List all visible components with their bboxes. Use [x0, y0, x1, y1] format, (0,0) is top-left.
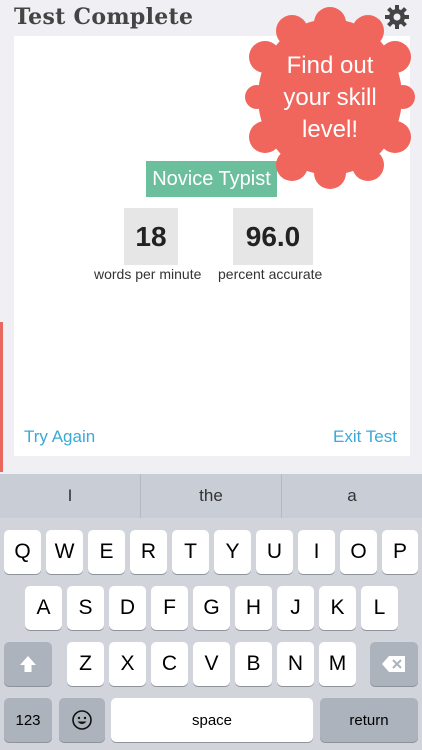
key-l[interactable]: L [361, 586, 398, 630]
try-again-button[interactable]: Try Again [24, 427, 95, 447]
skill-level-callout[interactable]: Find out your skill level! [245, 5, 415, 190]
key-b[interactable]: B [235, 642, 272, 686]
key-u[interactable]: U [256, 530, 293, 574]
suggestion-2[interactable]: the [140, 474, 281, 518]
backspace-icon [382, 656, 405, 672]
key-x[interactable]: X [109, 642, 146, 686]
key-g[interactable]: G [193, 586, 230, 630]
emoji-key[interactable] [59, 698, 105, 742]
key-n[interactable]: N [277, 642, 314, 686]
shift-key[interactable] [4, 642, 52, 686]
callout-line-3: level! [301, 115, 359, 143]
page-title: Test Complete [14, 4, 194, 30]
delete-key[interactable] [370, 642, 418, 686]
key-z[interactable]: Z [67, 642, 104, 686]
suggestion-3[interactable]: a [281, 474, 422, 518]
key-i[interactable]: I [298, 530, 335, 574]
key-a[interactable]: A [25, 586, 62, 630]
accuracy-label: percent accurate [218, 266, 323, 282]
space-key[interactable]: space [111, 698, 313, 742]
accuracy-value: 96.0 [233, 208, 313, 265]
key-y[interactable]: Y [214, 530, 251, 574]
key-f[interactable]: F [151, 586, 188, 630]
key-p[interactable]: P [382, 530, 418, 574]
key-q[interactable]: Q [4, 530, 41, 574]
key-v[interactable]: V [193, 642, 230, 686]
return-key[interactable]: return [320, 698, 418, 742]
key-j[interactable]: J [277, 586, 314, 630]
key-c[interactable]: C [151, 642, 188, 686]
key-m[interactable]: M [319, 642, 356, 686]
key-e[interactable]: E [88, 530, 125, 574]
wpm-value: 18 [124, 208, 178, 265]
key-t[interactable]: T [172, 530, 209, 574]
wpm-label: words per minute [94, 266, 202, 282]
callout-line-1: Find out [286, 51, 374, 79]
shift-arrow-icon [20, 656, 36, 672]
key-d[interactable]: D [109, 586, 146, 630]
exit-test-button[interactable]: Exit Test [333, 427, 397, 447]
key-o[interactable]: O [340, 530, 377, 574]
keyboard: I the a Q W E R T Y U I O P A S D F G H … [0, 474, 422, 750]
emoji-icon [72, 710, 92, 730]
key-r[interactable]: R [130, 530, 167, 574]
key-w[interactable]: W [46, 530, 83, 574]
suggestion-1[interactable]: I [0, 474, 140, 518]
callout-text: Find out your skill level! [245, 5, 415, 190]
side-accent-bar [0, 322, 3, 472]
key-h[interactable]: H [235, 586, 272, 630]
key-k[interactable]: K [319, 586, 356, 630]
callout-line-2: your skill [283, 83, 377, 111]
suggestion-bar: I the a [0, 474, 422, 518]
numbers-key[interactable]: 123 [4, 698, 52, 742]
key-s[interactable]: S [67, 586, 104, 630]
